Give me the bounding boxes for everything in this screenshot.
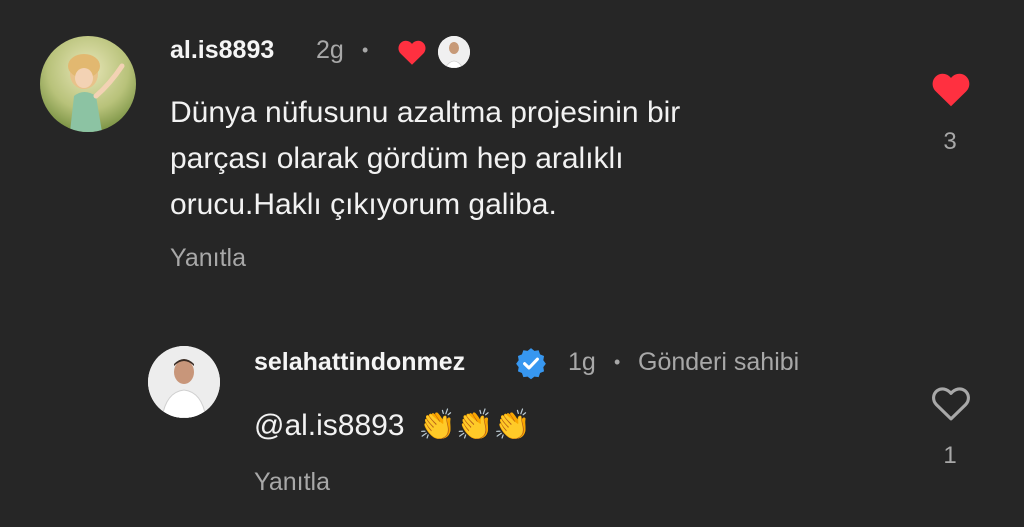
author-badge: Gönderi sahibi xyxy=(638,348,800,376)
verified-badge-icon xyxy=(514,346,548,380)
comment-text-line-3: orucu.Haklı çıkıyorum galiba. xyxy=(170,188,557,221)
reply-mention[interactable]: @al.is8893 xyxy=(254,409,405,442)
reply-username[interactable]: selahattindonmez xyxy=(254,348,465,377)
reply-reply-button[interactable]: Yanıtla xyxy=(254,468,330,497)
comment-text-line-1: Dünya nüfusunu azaltma projesinin bir xyxy=(170,96,681,129)
creator-liked-heart-icon xyxy=(396,38,428,66)
avatar-al-is8893[interactable] xyxy=(40,36,136,132)
comment-like-count: 3 xyxy=(943,128,957,155)
reply-like-heart-icon[interactable] xyxy=(930,384,972,422)
reply-time: 1g xyxy=(568,348,596,376)
reply-like-count: 1 xyxy=(943,442,957,469)
comment-username[interactable]: al.is8893 xyxy=(170,36,274,65)
comment-like-heart-icon[interactable] xyxy=(930,70,972,108)
avatar-selahattindonmez[interactable] xyxy=(148,346,220,418)
comment-separator: • xyxy=(362,40,369,60)
avatar-image xyxy=(148,346,220,418)
comment-time: 2g xyxy=(316,36,344,64)
comment-reply-button[interactable]: Yanıtla xyxy=(170,244,246,273)
comment-text-line-2: parçası olarak gördüm hep aralıklı xyxy=(170,142,624,175)
reply-separator: • xyxy=(614,352,621,372)
reply-emojis: 👏👏👏 xyxy=(418,409,531,442)
avatar-image xyxy=(40,36,136,132)
reply-text: @al.is8893 👏👏👏 xyxy=(254,408,531,443)
creator-avatar-mini xyxy=(438,36,470,68)
